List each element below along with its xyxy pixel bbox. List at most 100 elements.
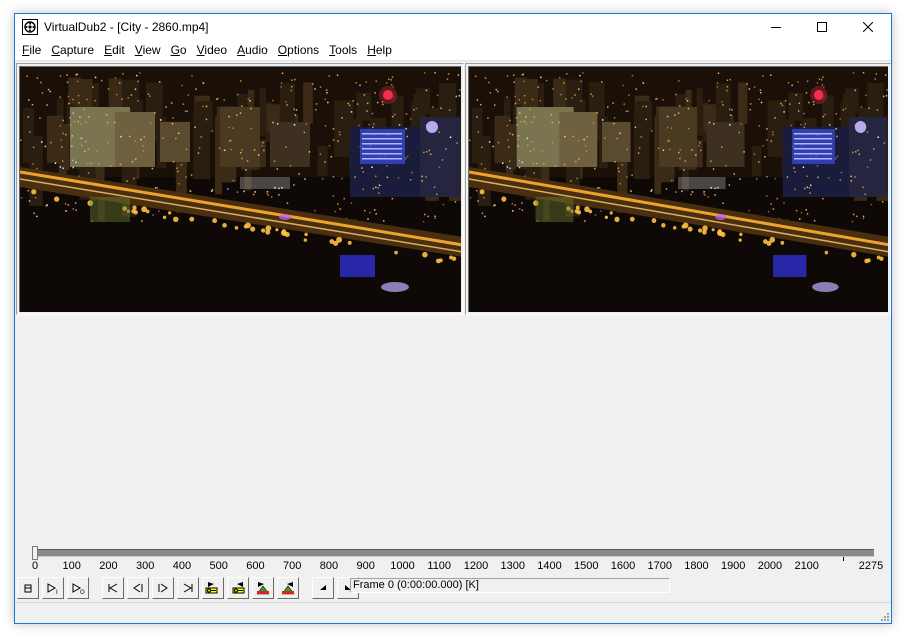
tick-label: 1800 — [684, 560, 709, 572]
next-keyframe-button[interactable] — [227, 577, 249, 599]
status-bar — [15, 602, 891, 623]
output-video-frame — [468, 66, 888, 312]
tick-label: 2100 — [794, 560, 819, 572]
tick-label: 600 — [246, 560, 265, 572]
play-output-button[interactable]: O — [67, 577, 89, 599]
menu-audio-key: A — [237, 42, 246, 57]
tick-label: 1400 — [537, 560, 562, 572]
tick-label: 800 — [319, 560, 339, 572]
menu-bar: File Capture Edit View Go Video Audio Op… — [15, 40, 891, 61]
prev-frame-icon — [133, 583, 143, 593]
tick-label: 1900 — [720, 560, 746, 572]
minimize-icon — [771, 27, 781, 28]
next-scene-button[interactable] — [277, 577, 299, 599]
prev-scene-icon — [256, 582, 270, 595]
go-end-icon — [183, 583, 193, 593]
prev-keyframe-button[interactable] — [202, 577, 224, 599]
maximize-button[interactable] — [799, 14, 845, 40]
menu-go-key: G — [170, 42, 180, 57]
output-video-pane[interactable] — [465, 63, 891, 315]
tick-label: 1600 — [610, 560, 636, 572]
play-output-icon: O — [72, 583, 85, 594]
tick-label: 1000 — [390, 560, 415, 572]
tick-label: 1500 — [573, 560, 599, 572]
tick-label: 0 — [31, 560, 39, 572]
menu-audio-rest: udio — [245, 42, 268, 57]
svg-text:O: O — [80, 589, 85, 594]
virtualdub-app-icon[interactable] — [22, 19, 38, 35]
menu-view[interactable]: View — [130, 41, 166, 60]
menu-help-rest: elp — [375, 42, 392, 57]
minimize-button[interactable] — [753, 14, 799, 40]
frame-info: Frame 0 (0:00:00.000) [K] — [350, 578, 670, 593]
next-frame-icon — [158, 583, 168, 593]
menu-audio[interactable]: Audio — [232, 41, 273, 60]
timeline-ticks: 0 100 200 300 400 500 600 700 800 900 1000 1100 1200… — [15, 550, 891, 576]
prev-scene-button[interactable] — [252, 577, 274, 599]
window-controls — [753, 14, 891, 40]
menu-help-key: H — [367, 42, 376, 57]
go-start-button[interactable] — [102, 577, 124, 599]
next-keyframe-icon — [232, 582, 245, 594]
menu-capture[interactable]: Capture — [46, 41, 99, 60]
mark-in-icon — [320, 585, 326, 590]
input-video-pane[interactable] — [16, 63, 464, 315]
input-video-frame — [19, 66, 461, 312]
menu-edit-rest: dit — [112, 42, 125, 57]
menu-help[interactable]: Help — [362, 41, 397, 60]
menu-video-rest: ideo — [204, 42, 228, 57]
tick-label: 200 — [99, 560, 118, 572]
prev-keyframe-icon — [205, 582, 218, 594]
tick-label: 1700 — [647, 560, 672, 572]
menu-tools[interactable]: Tools — [324, 41, 362, 60]
tick-label: 2000 — [757, 560, 783, 572]
menu-capture-key: C — [51, 42, 61, 57]
tick-label: 300 — [136, 560, 155, 572]
go-end-button[interactable] — [177, 577, 199, 599]
tick-label: 500 — [209, 560, 228, 572]
menu-view-rest: iew — [142, 42, 161, 57]
playback-toolbar: I O — [17, 577, 362, 599]
menu-options-key: O — [277, 42, 288, 57]
play-input-button[interactable]: I — [42, 577, 64, 599]
tick-label: 1200 — [463, 560, 489, 572]
play-input-icon: I — [47, 583, 58, 594]
go-start-icon — [108, 583, 118, 593]
menu-capture-rest: apture — [60, 42, 95, 57]
resize-grip-icon[interactable] — [879, 611, 889, 621]
input-video-image — [20, 67, 461, 312]
window-title: VirtualDub2 - [City - 2860.mp4] — [44, 20, 209, 34]
menu-tools-rest: ools — [335, 42, 358, 57]
app-window: VirtualDub2 - [City - 2860.mp4] File Cap… — [14, 13, 892, 624]
tick-label: 100 — [62, 560, 81, 572]
prev-frame-button[interactable] — [127, 577, 149, 599]
tick-mark — [843, 557, 845, 561]
menu-edit[interactable]: Edit — [99, 41, 130, 60]
mark-in-button[interactable] — [312, 577, 334, 599]
title-bar[interactable]: VirtualDub2 - [City - 2860.mp4] — [15, 14, 891, 40]
tick-label: 900 — [356, 560, 375, 572]
menu-go[interactable]: Go — [166, 41, 192, 60]
menu-file[interactable]: File — [17, 41, 46, 60]
menu-edit-key: E — [104, 42, 113, 57]
menu-options[interactable]: Options — [273, 41, 324, 60]
tick-label: 400 — [172, 560, 192, 572]
tick-label: 700 — [283, 560, 302, 572]
close-icon — [863, 22, 873, 32]
menu-view-key: V — [134, 42, 143, 57]
svg-text:I: I — [56, 589, 58, 594]
next-frame-button[interactable] — [152, 577, 174, 599]
menu-file-rest: ile — [29, 42, 42, 57]
menu-options-rest: ptions — [287, 42, 320, 57]
menu-video[interactable]: Video — [192, 41, 232, 60]
stop-button[interactable] — [17, 577, 39, 599]
tick-label: 1300 — [500, 560, 525, 572]
close-button[interactable] — [845, 14, 891, 40]
tick-label: 2275 — [858, 560, 884, 572]
menu-go-rest: o — [179, 42, 187, 57]
stop-icon — [24, 584, 32, 593]
output-video-image — [469, 67, 888, 312]
next-scene-icon — [281, 582, 295, 595]
tick-label: 1100 — [427, 560, 452, 572]
maximize-icon — [817, 22, 827, 32]
